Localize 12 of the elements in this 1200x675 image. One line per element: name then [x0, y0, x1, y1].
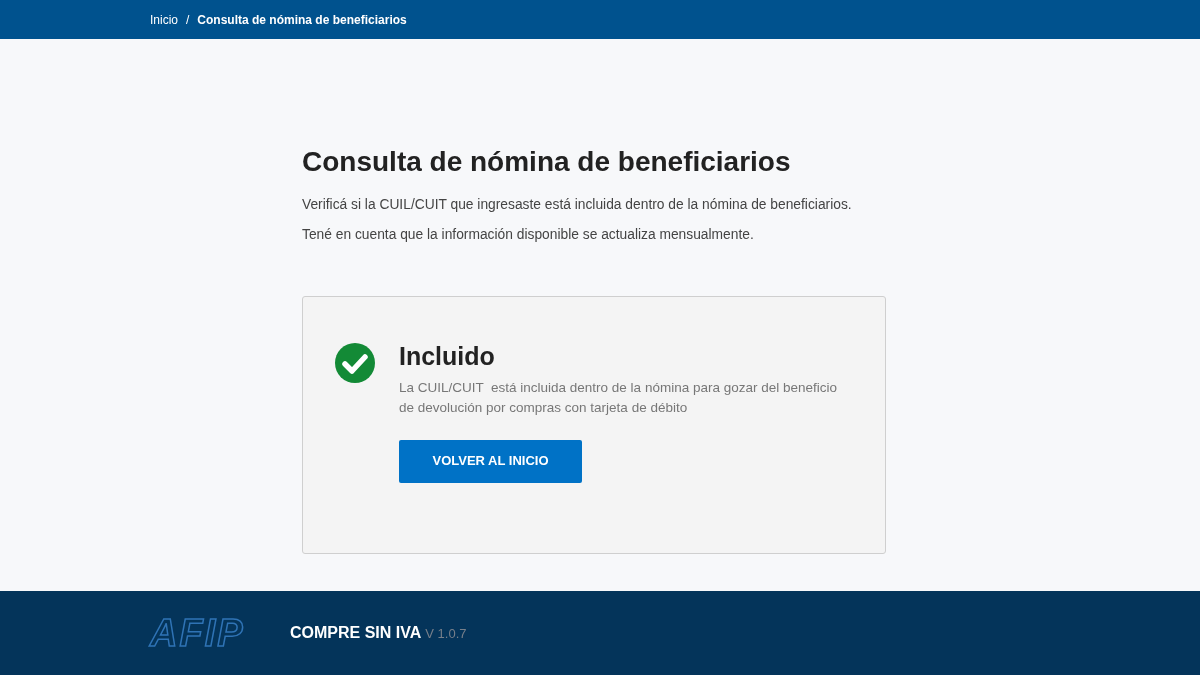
intro-text: Tené en cuenta que la información disponible se actualiza mensualmente.: [302, 226, 755, 245]
result-title: Incluido: [399, 342, 496, 371]
breadcrumb-link[interactable]: Inicio: [150, 10, 178, 29]
back-button[interactable]: VOLVER AL INICIO: [399, 439, 582, 483]
app-name: COMPRE SIN IVA: [290, 623, 422, 643]
logo: AFIP: [150, 610, 246, 656]
breadcrumb-current: Consulta de nómina de beneficiarios: [197, 11, 407, 29]
version-label: V 1.0.7: [425, 625, 467, 643]
breadcrumb-separator: /: [186, 11, 190, 29]
result-message: La CUIL/CUIT está incluida dentro de la nómina para gozar del beneficio de devolución por compras con tarjeta de débito: [399, 379, 838, 418]
page-title: Consulta de nómina de beneficiarios: [302, 145, 792, 179]
intro-text: Verificá si la CUIL/CUIT que ingresaste está incluida dentro de la nómina de beneficiarios.: [302, 195, 853, 214]
